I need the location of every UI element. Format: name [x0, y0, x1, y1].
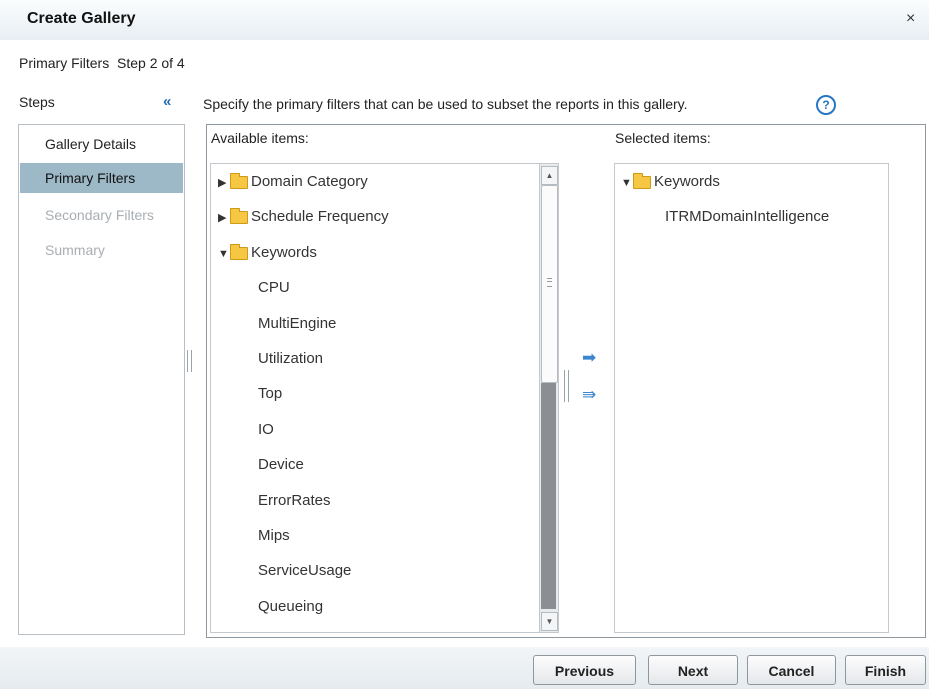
tree-item-leaf[interactable]: Queueing: [258, 598, 323, 615]
tree-item-schedule-frequency[interactable]: ▶ Schedule Frequency: [218, 207, 389, 225]
step-gallery-details[interactable]: Gallery Details: [20, 129, 183, 159]
tree-item-domain-category[interactable]: ▶ Domain Category: [218, 172, 368, 190]
instructions-text: Specify the primary filters that can be …: [203, 96, 688, 112]
tree-item-leaf[interactable]: ErrorRates: [258, 492, 331, 509]
selected-items-list[interactable]: ▼ Keywords ITRMDomainIntelligence: [614, 163, 889, 633]
close-icon[interactable]: ×: [906, 10, 915, 28]
help-icon[interactable]: ?: [816, 95, 836, 115]
step-primary-filters[interactable]: Primary Filters: [20, 163, 183, 193]
tree-item-leaf[interactable]: Device: [258, 456, 304, 473]
steps-heading: Steps: [19, 94, 55, 110]
expand-arrow-icon[interactable]: ▶: [218, 211, 230, 224]
grip-icon: [547, 278, 552, 287]
scrollbar-thumb[interactable]: [541, 185, 558, 383]
tree-item-leaf[interactable]: Top: [258, 385, 282, 402]
expand-arrow-icon[interactable]: ▶: [218, 176, 230, 189]
tree-item-leaf[interactable]: MultiEngine: [258, 315, 336, 332]
tree-item-leaf[interactable]: Utilization: [258, 350, 323, 367]
steps-panel: Gallery Details Primary Filters Secondar…: [18, 124, 185, 635]
lists-splitter-handle[interactable]: [564, 370, 569, 402]
scrollbar-track[interactable]: [541, 383, 556, 609]
dialog-titlebar: [0, 0, 929, 40]
collapse-arrow-icon[interactable]: ▼: [218, 248, 230, 260]
finish-button[interactable]: Finish: [845, 655, 926, 685]
previous-button[interactable]: Previous: [533, 655, 636, 685]
available-list-scrollbar[interactable]: ▲ ▼: [539, 164, 558, 632]
tree-item-leaf[interactable]: IO: [258, 421, 274, 438]
folder-icon: [230, 207, 248, 224]
available-items-label: Available items:: [211, 130, 309, 146]
next-button[interactable]: Next: [648, 655, 738, 685]
step-secondary-filters: Secondary Filters: [45, 207, 154, 223]
steps-splitter-handle[interactable]: [187, 350, 192, 372]
selected-tree-item-keywords[interactable]: ▼ Keywords: [621, 172, 720, 190]
selected-items-label: Selected items:: [615, 130, 711, 146]
scroll-up-icon[interactable]: ▲: [541, 166, 558, 185]
add-selected-arrow-icon[interactable]: ➡: [582, 348, 596, 368]
selected-tree-item-leaf[interactable]: ITRMDomainIntelligence: [665, 208, 829, 225]
dialog-title: Create Gallery: [27, 10, 136, 27]
tree-item-keywords[interactable]: ▼ Keywords: [218, 243, 317, 261]
collapse-steps-icon[interactable]: «: [163, 93, 171, 110]
step-subtitle: Primary Filters Step 2 of 4: [19, 55, 185, 71]
scroll-down-icon[interactable]: ▼: [541, 612, 558, 631]
tree-item-leaf[interactable]: ServiceUsage: [258, 562, 351, 579]
step-summary: Summary: [45, 242, 105, 258]
folder-icon: [230, 243, 248, 260]
folder-icon: [230, 172, 248, 189]
folder-icon: [633, 172, 651, 189]
collapse-arrow-icon[interactable]: ▼: [621, 177, 633, 189]
add-all-arrow-icon[interactable]: ⇛: [582, 385, 596, 405]
cancel-button[interactable]: Cancel: [747, 655, 836, 685]
tree-item-leaf[interactable]: CPU: [258, 279, 290, 296]
available-items-list[interactable]: ▶ Domain Category ▶ Schedule Frequency ▼ Ke…: [210, 163, 559, 633]
tree-item-leaf[interactable]: Mips: [258, 527, 290, 544]
